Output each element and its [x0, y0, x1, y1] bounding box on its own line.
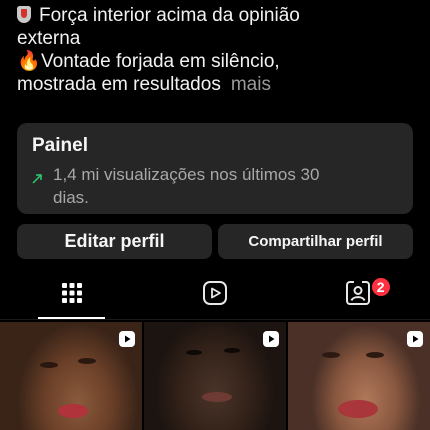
thumbnail-detail: [322, 352, 340, 358]
bio-text-2: externa: [17, 28, 81, 49]
thumbnail-detail: [224, 348, 240, 353]
reels-icon: [118, 330, 136, 353]
reels-icon: [262, 330, 280, 353]
tab-tagged[interactable]: 2: [287, 272, 430, 319]
tab-grid[interactable]: [0, 272, 143, 319]
bio-text-4: mostrada em resultados: [17, 74, 221, 95]
thumbnail-detail: [202, 392, 232, 402]
panel-title: Painel: [32, 135, 88, 156]
bio-line-2: externa: [17, 27, 417, 50]
panel-stats-line-2: dias.: [53, 188, 89, 207]
dashboard-panel[interactable]: Painel 1,4 mi visualizações nos últimos …: [17, 123, 413, 214]
thumbnail-detail: [338, 400, 378, 418]
bio-more-link[interactable]: mais: [231, 74, 271, 95]
profile-bio: Força interior acima da opinião externa …: [17, 4, 417, 96]
bio-line-4: mostrada em resultados mais: [17, 73, 417, 96]
profile-tabs: 2: [0, 272, 430, 320]
grid-item[interactable]: [0, 322, 142, 430]
reels-icon: [406, 330, 424, 353]
thumbnail-detail: [58, 404, 88, 418]
edit-profile-button[interactable]: Editar perfil: [17, 224, 212, 259]
grid-icon: [61, 282, 83, 309]
shield-icon: [17, 6, 31, 23]
panel-stats: 1,4 mi visualizações nos últimos 30 dias…: [32, 163, 398, 209]
posts-grid: [0, 322, 430, 430]
thumbnail-detail: [366, 352, 384, 358]
profile-actions: Editar perfil Compartilhar perfil: [17, 224, 413, 259]
grid-item[interactable]: [144, 322, 286, 430]
tagged-icon: [345, 280, 371, 311]
thumbnail-detail: [78, 358, 96, 364]
tagged-badge: 2: [369, 276, 392, 298]
share-profile-button[interactable]: Compartilhar perfil: [218, 224, 413, 259]
panel-stats-line-1: 1,4 mi visualizações nos últimos 30: [53, 165, 320, 184]
fire-icon: 🔥: [17, 51, 41, 72]
bio-text-1: Força interior acima da opinião: [39, 5, 300, 26]
grid-item[interactable]: [288, 322, 430, 430]
thumbnail-detail: [186, 350, 202, 355]
thumbnail-detail: [40, 362, 58, 368]
reels-icon: [202, 280, 228, 311]
trend-up-icon: [32, 163, 48, 209]
bio-line-3: 🔥Vontade forjada em silêncio,: [17, 50, 417, 73]
bio-text-3: Vontade forjada em silêncio,: [41, 51, 280, 72]
bio-line-1: Força interior acima da opinião: [17, 4, 417, 27]
tab-reels[interactable]: [143, 272, 286, 319]
